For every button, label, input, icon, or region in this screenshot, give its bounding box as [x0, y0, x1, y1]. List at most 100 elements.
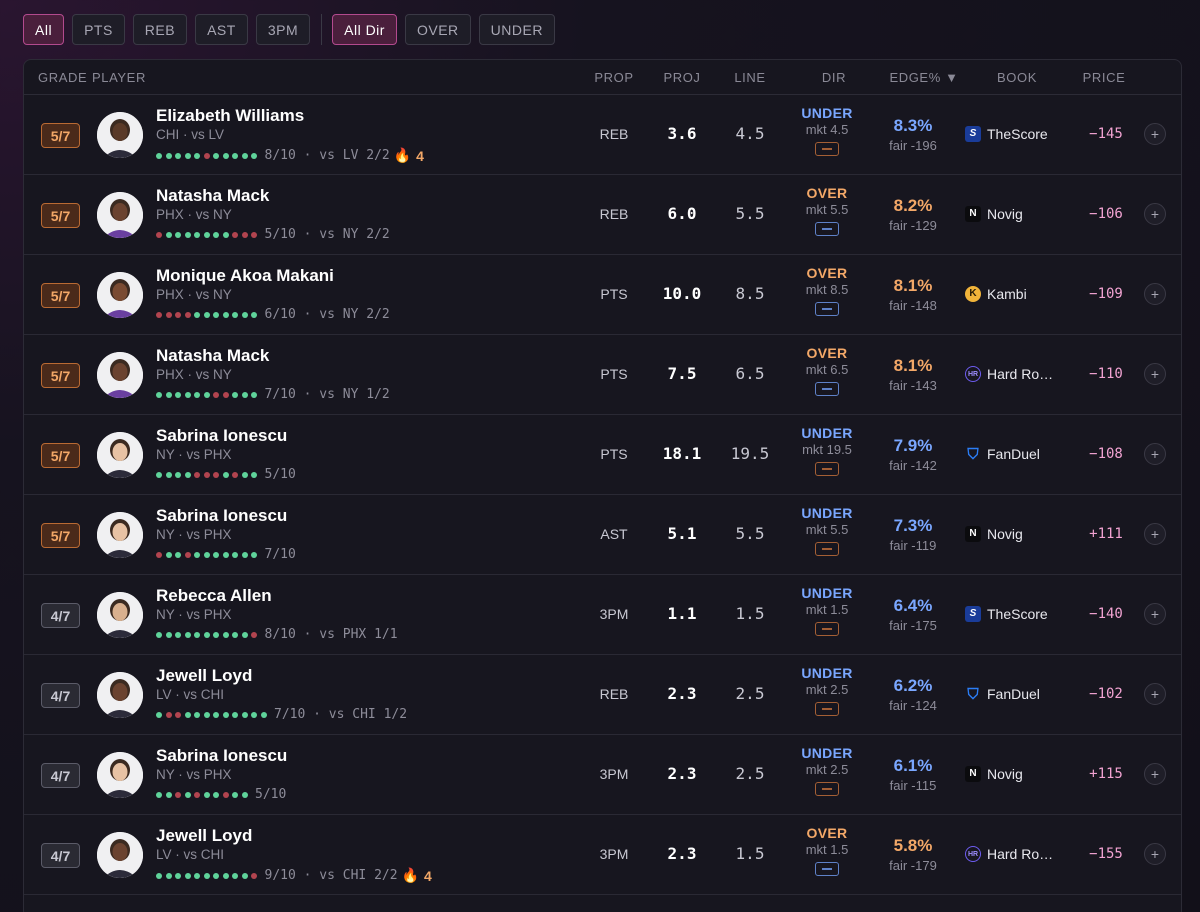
collapse-button[interactable]	[815, 702, 839, 716]
form-hit-dot	[203, 791, 210, 798]
table-row[interactable]: 4/7 Sabrina Ionescu NY · vs PHX 5/10 🔥 3…	[24, 735, 1181, 815]
add-bet-button[interactable]: +	[1144, 683, 1166, 705]
prop-type: PTS	[600, 446, 628, 462]
collapse-button[interactable]	[815, 222, 839, 236]
sportsbook[interactable]: ⛉ FanDuel	[965, 686, 1040, 702]
table-row[interactable]: 5/7 Natasha Mack PHX · vs NY 7/10 · vs N…	[24, 335, 1181, 415]
market-line: mkt 5.5	[805, 202, 849, 217]
fair-odds: fair -196	[889, 138, 937, 153]
filter-reb[interactable]: REB	[132, 14, 188, 45]
player-matchup: NY · vs PHX	[156, 767, 232, 782]
add-bet-button[interactable]: +	[1144, 203, 1166, 225]
collapse-button[interactable]	[815, 462, 839, 476]
filter-over[interactable]: OVER	[404, 14, 471, 45]
sportsbook[interactable]: S TheScore	[965, 126, 1048, 142]
sportsbook[interactable]: HR Hard Ro…	[965, 846, 1053, 862]
table-row[interactable]: 4/7 Jewell Loyd LV · vs CHI 7/10 · vs CH…	[24, 655, 1181, 735]
col-line[interactable]: LINE	[720, 70, 780, 85]
player-name[interactable]: Sabrina Ionescu	[156, 506, 287, 526]
form-hit-dot	[241, 711, 248, 718]
player-name[interactable]: Natasha Mack	[156, 346, 269, 366]
filter-pts[interactable]: PTS	[72, 14, 125, 45]
player-matchup: LV · vs CHI	[156, 847, 225, 862]
sportsbook[interactable]: HR Hard Ro…	[965, 366, 1053, 382]
filter-all-dir[interactable]: All Dir	[332, 14, 397, 45]
collapse-button[interactable]	[815, 302, 839, 316]
add-bet-button[interactable]: +	[1144, 443, 1166, 465]
form-hit-dot	[232, 791, 238, 798]
sportsbook[interactable]: ⛉ FanDuel	[965, 446, 1040, 462]
table-row[interactable]: 5/7 Monique Akoa Makani PHX · vs NY 6/10…	[24, 255, 1181, 335]
collapse-button[interactable]	[815, 382, 839, 396]
player-name[interactable]: Rebecca Allen	[156, 586, 272, 606]
table-row[interactable]: 5/7 Elizabeth Williams CHI · vs LV 8/10 …	[24, 95, 1181, 175]
filter-all[interactable]: All	[23, 14, 65, 45]
form-hit-dot	[156, 872, 162, 879]
collapse-button[interactable]	[815, 542, 839, 556]
add-bet-button[interactable]: +	[1144, 523, 1166, 545]
filter-3pm[interactable]: 3PM	[255, 14, 311, 45]
collapse-button[interactable]	[815, 782, 839, 796]
col-proj[interactable]: PROJ	[652, 70, 712, 85]
collapse-button[interactable]	[815, 862, 839, 876]
market-line: mkt 2.5	[805, 682, 849, 697]
col-player[interactable]: PLAYER	[92, 70, 146, 85]
filter-under[interactable]: UNDER	[478, 14, 555, 45]
form-hit-dot	[175, 231, 181, 238]
sportsbook[interactable]: N Novig	[965, 206, 1023, 222]
filter-divider	[321, 14, 323, 45]
add-bet-button[interactable]: +	[1144, 123, 1166, 145]
form-hit-dot	[241, 152, 248, 159]
sportsbook[interactable]: K Kambi	[965, 286, 1027, 302]
player-name[interactable]: Sabrina Ionescu	[156, 746, 287, 766]
col-prop[interactable]: PROP	[584, 70, 644, 85]
table-row[interactable]: 4/7 Jewell Loyd LV · vs CHI 9/10 · vs CH…	[24, 815, 1181, 895]
player-name[interactable]: Sabrina Ionescu	[156, 426, 287, 446]
add-bet-button[interactable]: +	[1144, 763, 1166, 785]
form-hit-dot	[213, 231, 219, 238]
col-dir[interactable]: DIR	[804, 70, 864, 85]
hit-rate: 5/10 · vs NY 2/2	[264, 227, 390, 242]
table-row[interactable]: 5/7 Sabrina Ionescu NY · vs PHX 5/10 🔥 P…	[24, 415, 1181, 495]
sportsbook-name: Hard Ro…	[987, 366, 1054, 382]
edge-cell: 7.9% fair -142	[872, 436, 954, 473]
form-hit-dot	[175, 471, 181, 478]
table-row[interactable]: 5/7 Natasha Mack PHX · vs NY 5/10 · vs N…	[24, 175, 1181, 255]
form-hit-dot	[232, 311, 238, 318]
form-hit-dot	[165, 872, 172, 879]
collapse-button[interactable]	[815, 622, 839, 636]
table-row[interactable]: 4/7 Rebecca Allen NY · vs PHX 8/10 · vs …	[24, 575, 1181, 655]
form-hit-dot	[232, 551, 238, 558]
player-name[interactable]: Jewell Loyd	[156, 826, 252, 846]
player-name[interactable]: Elizabeth Williams	[156, 106, 304, 126]
grade-badge: 5/7	[41, 123, 80, 148]
col-edge[interactable]: EDGE% ▼	[874, 70, 974, 85]
add-bet-button[interactable]: +	[1144, 363, 1166, 385]
sportsbook[interactable]: N Novig	[965, 526, 1023, 542]
col-price[interactable]: PRICE	[1074, 70, 1134, 85]
direction-cell: OVER mkt 8.5	[786, 265, 868, 316]
filter-ast[interactable]: AST	[195, 14, 248, 45]
table-row[interactable]: 5/7 Sabrina Ionescu NY · vs PHX 7/10 🔥 A…	[24, 495, 1181, 575]
sportsbook[interactable]: N Novig	[965, 766, 1023, 782]
edge-percent: 8.2%	[893, 196, 933, 215]
add-bet-button[interactable]: +	[1144, 843, 1166, 865]
projection-value: 2.3	[667, 764, 697, 783]
direction-cell: OVER mkt 5.5	[786, 185, 868, 236]
add-bet-button[interactable]: +	[1144, 603, 1166, 625]
form-hit-dot	[175, 391, 181, 398]
fair-odds: fair -129	[889, 218, 937, 233]
sportsbook[interactable]: S TheScore	[965, 606, 1048, 622]
col-book[interactable]: BOOK	[986, 70, 1048, 85]
player-matchup: PHX · vs NY	[156, 287, 232, 302]
col-grade[interactable]: GRADE	[38, 70, 87, 85]
add-bet-button[interactable]: +	[1144, 283, 1166, 305]
form-hit-dot	[194, 711, 200, 718]
form-hit-dot	[222, 631, 229, 638]
player-name[interactable]: Jewell Loyd	[156, 666, 252, 686]
player-name[interactable]: Natasha Mack	[156, 186, 269, 206]
collapse-button[interactable]	[815, 142, 839, 156]
prop-type: PTS	[600, 366, 628, 382]
grade-badge: 4/7	[41, 603, 80, 628]
player-name[interactable]: Monique Akoa Makani	[156, 266, 334, 286]
